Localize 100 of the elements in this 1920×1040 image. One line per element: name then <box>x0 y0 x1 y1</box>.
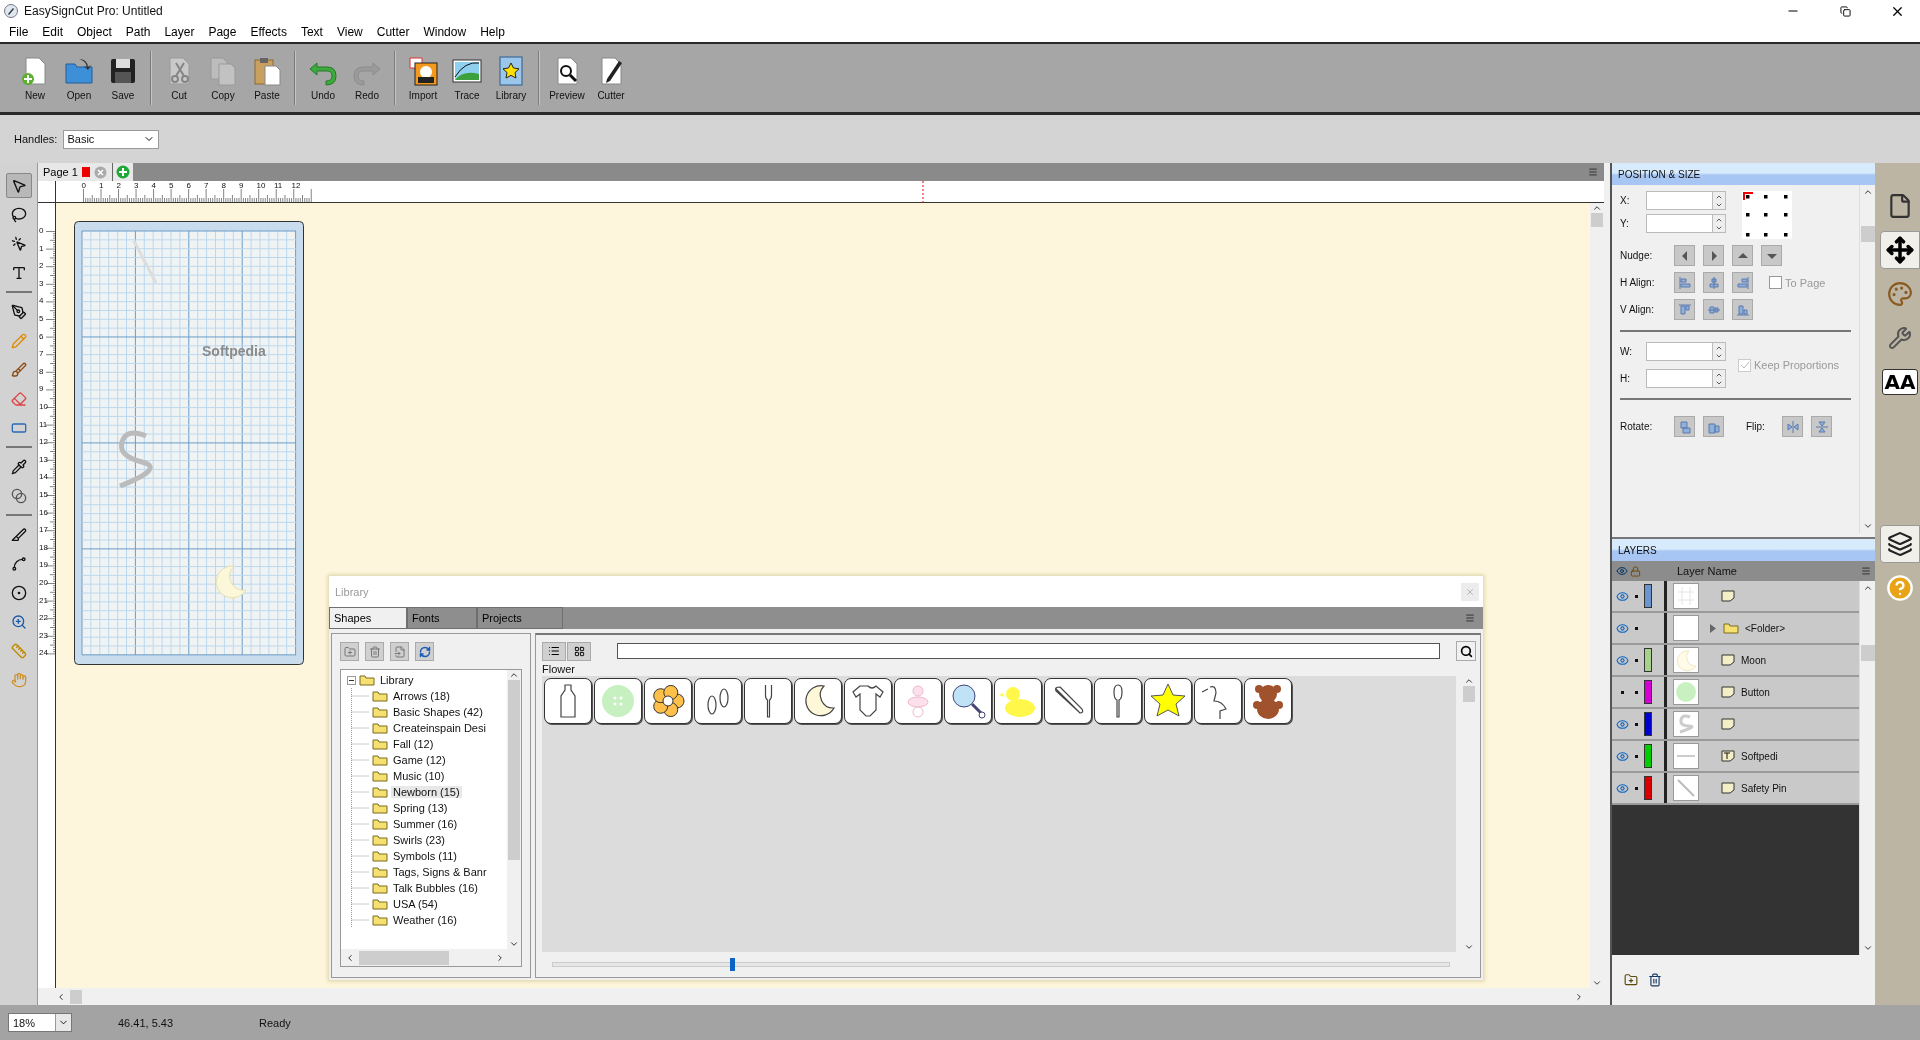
field-label: Rotate: <box>1620 421 1654 432</box>
library-tab[interactable]: Shapes <box>329 607 407 629</box>
status-message: Ready <box>259 1016 291 1029</box>
ruler-number: 24 <box>39 649 48 658</box>
tree-item[interactable]: Basic Shapes (42) <box>391 706 485 718</box>
tree-item[interactable]: Spring (13) <box>391 802 450 814</box>
tree-item[interactable]: Library <box>378 674 416 686</box>
field-label: H Align: <box>1620 277 1656 288</box>
toolbar-button[interactable]: Import <box>402 48 444 108</box>
ruler-number: 3 <box>134 182 139 190</box>
menu-item[interactable]: View <box>329 22 370 42</box>
field-label: Nudge: <box>1620 250 1654 261</box>
toolbar-button[interactable]: Undo <box>302 48 344 108</box>
menu-item[interactable]: Layer <box>157 22 202 42</box>
toolbar-button[interactable]: Paste <box>246 48 288 108</box>
toolbar-button[interactable]: Preview <box>546 48 588 108</box>
tree-item[interactable]: Summer (16) <box>391 818 460 830</box>
toolbar-button[interactable]: Cutter <box>590 48 632 108</box>
category-label: Flower <box>542 663 576 675</box>
ruler-number: 11 <box>39 420 48 429</box>
tree-item[interactable]: Fall (12) <box>391 738 436 750</box>
checkbox-label: Keep Proportions <box>1754 359 1839 371</box>
menu-item[interactable]: Edit <box>35 22 71 42</box>
menu-item[interactable]: Object <box>70 22 119 42</box>
toolbar-button[interactable]: Trace <box>446 48 488 108</box>
panel-title: LAYERS <box>1612 539 1875 561</box>
canvas-text: Softpedia <box>202 343 266 359</box>
ruler-number: 2 <box>39 262 44 271</box>
ruler-number: 12 <box>39 438 48 447</box>
zoom-dropdown[interactable]: 18% <box>8 1013 72 1032</box>
ruler-number: 11 <box>274 182 283 190</box>
ruler-number: 23 <box>39 631 48 640</box>
menu-item[interactable]: File <box>2 22 36 42</box>
ruler-number: 9 <box>39 385 44 394</box>
column-header: Layer Name <box>1677 565 1738 577</box>
ruler-number: 8 <box>39 367 44 376</box>
menu-item[interactable]: Page <box>201 22 244 42</box>
tree-item[interactable]: Createinspain Desi <box>391 722 488 734</box>
menu-item[interactable]: Path <box>118 22 158 42</box>
library-tab[interactable]: Projects <box>477 607 563 629</box>
ruler-number: 12 <box>291 182 301 190</box>
tree-item[interactable]: Weather (16) <box>391 914 459 926</box>
menu-item[interactable]: Effects <box>243 22 294 42</box>
field-label: W: <box>1620 346 1634 357</box>
ruler-number: 0 <box>39 227 44 235</box>
ruler-number: 20 <box>39 579 48 587</box>
ruler-number: 6 <box>39 332 44 341</box>
toolbar-button[interactable]: Open <box>58 48 100 108</box>
ruler-number: 5 <box>169 182 174 190</box>
page-tab[interactable]: Page 1 <box>38 163 113 181</box>
toolbar-button[interactable]: Library <box>490 48 532 108</box>
tree-item[interactable]: Tags, Signs & Banr <box>391 866 489 878</box>
ruler-number: 21 <box>39 596 48 605</box>
field-label: Flip: <box>1746 421 1766 432</box>
layer-name: Moon <box>1741 654 1766 666</box>
ruler-number: 17 <box>39 526 48 535</box>
library-tab[interactable]: Fonts <box>407 607 477 629</box>
toolbar-button[interactable]: New <box>14 48 56 108</box>
tree-item[interactable]: Newborn (15) <box>391 786 462 798</box>
ruler-number: 7 <box>39 350 44 359</box>
menu-item[interactable]: Cutter <box>369 22 417 42</box>
tree-item[interactable]: Arrows (18) <box>391 690 452 702</box>
field-label: V Align: <box>1620 304 1655 315</box>
menu-item[interactable]: Text <box>293 22 330 42</box>
field-label: Y: <box>1620 218 1630 229</box>
tree-item[interactable]: USA (54) <box>391 898 440 910</box>
ruler-number: 4 <box>151 182 156 190</box>
layer-name: Softpedi <box>1741 750 1778 762</box>
tree-item[interactable]: Game (12) <box>391 754 448 766</box>
ruler-number: 0 <box>81 182 86 190</box>
field-label: H: <box>1620 373 1631 384</box>
toolbar-button[interactable]: Save <box>102 48 144 108</box>
menu-item[interactable]: Window <box>416 22 474 42</box>
field-label: X: <box>1620 195 1631 206</box>
tree-item[interactable]: Talk Bubbles (16) <box>391 882 480 894</box>
handles-dropdown[interactable]: Basic <box>63 129 160 149</box>
ruler-number: 9 <box>239 182 244 190</box>
window-title: EasySignCut Pro: Untitled <box>24 4 163 18</box>
panel-title: POSITION & SIZE <box>1612 163 1875 185</box>
ruler-number: 14 <box>39 473 48 482</box>
ruler-number: 3 <box>39 279 44 288</box>
tree-item[interactable]: Swirls (23) <box>391 834 447 846</box>
tree-item[interactable]: Music (10) <box>391 770 447 782</box>
ruler-number: 10 <box>256 182 266 190</box>
ruler-number: 7 <box>204 182 209 190</box>
checkbox-label: To Page <box>1785 276 1826 289</box>
ruler-number: 10 <box>39 403 48 411</box>
ruler-number: 6 <box>186 182 191 190</box>
ruler-number: 18 <box>39 543 48 552</box>
ruler-number: 1 <box>99 182 104 190</box>
layer-name: Button <box>1741 686 1770 698</box>
ruler-number: 5 <box>39 315 44 323</box>
menu-item[interactable]: Help <box>473 22 512 42</box>
ruler-number: 4 <box>39 297 44 306</box>
handles-label: Handles: <box>14 133 58 145</box>
coordinates-readout: 46.41, 5.43 <box>118 1016 174 1029</box>
ruler-number: 2 <box>116 182 121 190</box>
ruler-number: 19 <box>39 561 48 570</box>
layer-name: Safety Pin <box>1741 782 1787 794</box>
tree-item[interactable]: Symbols (11) <box>391 850 459 862</box>
